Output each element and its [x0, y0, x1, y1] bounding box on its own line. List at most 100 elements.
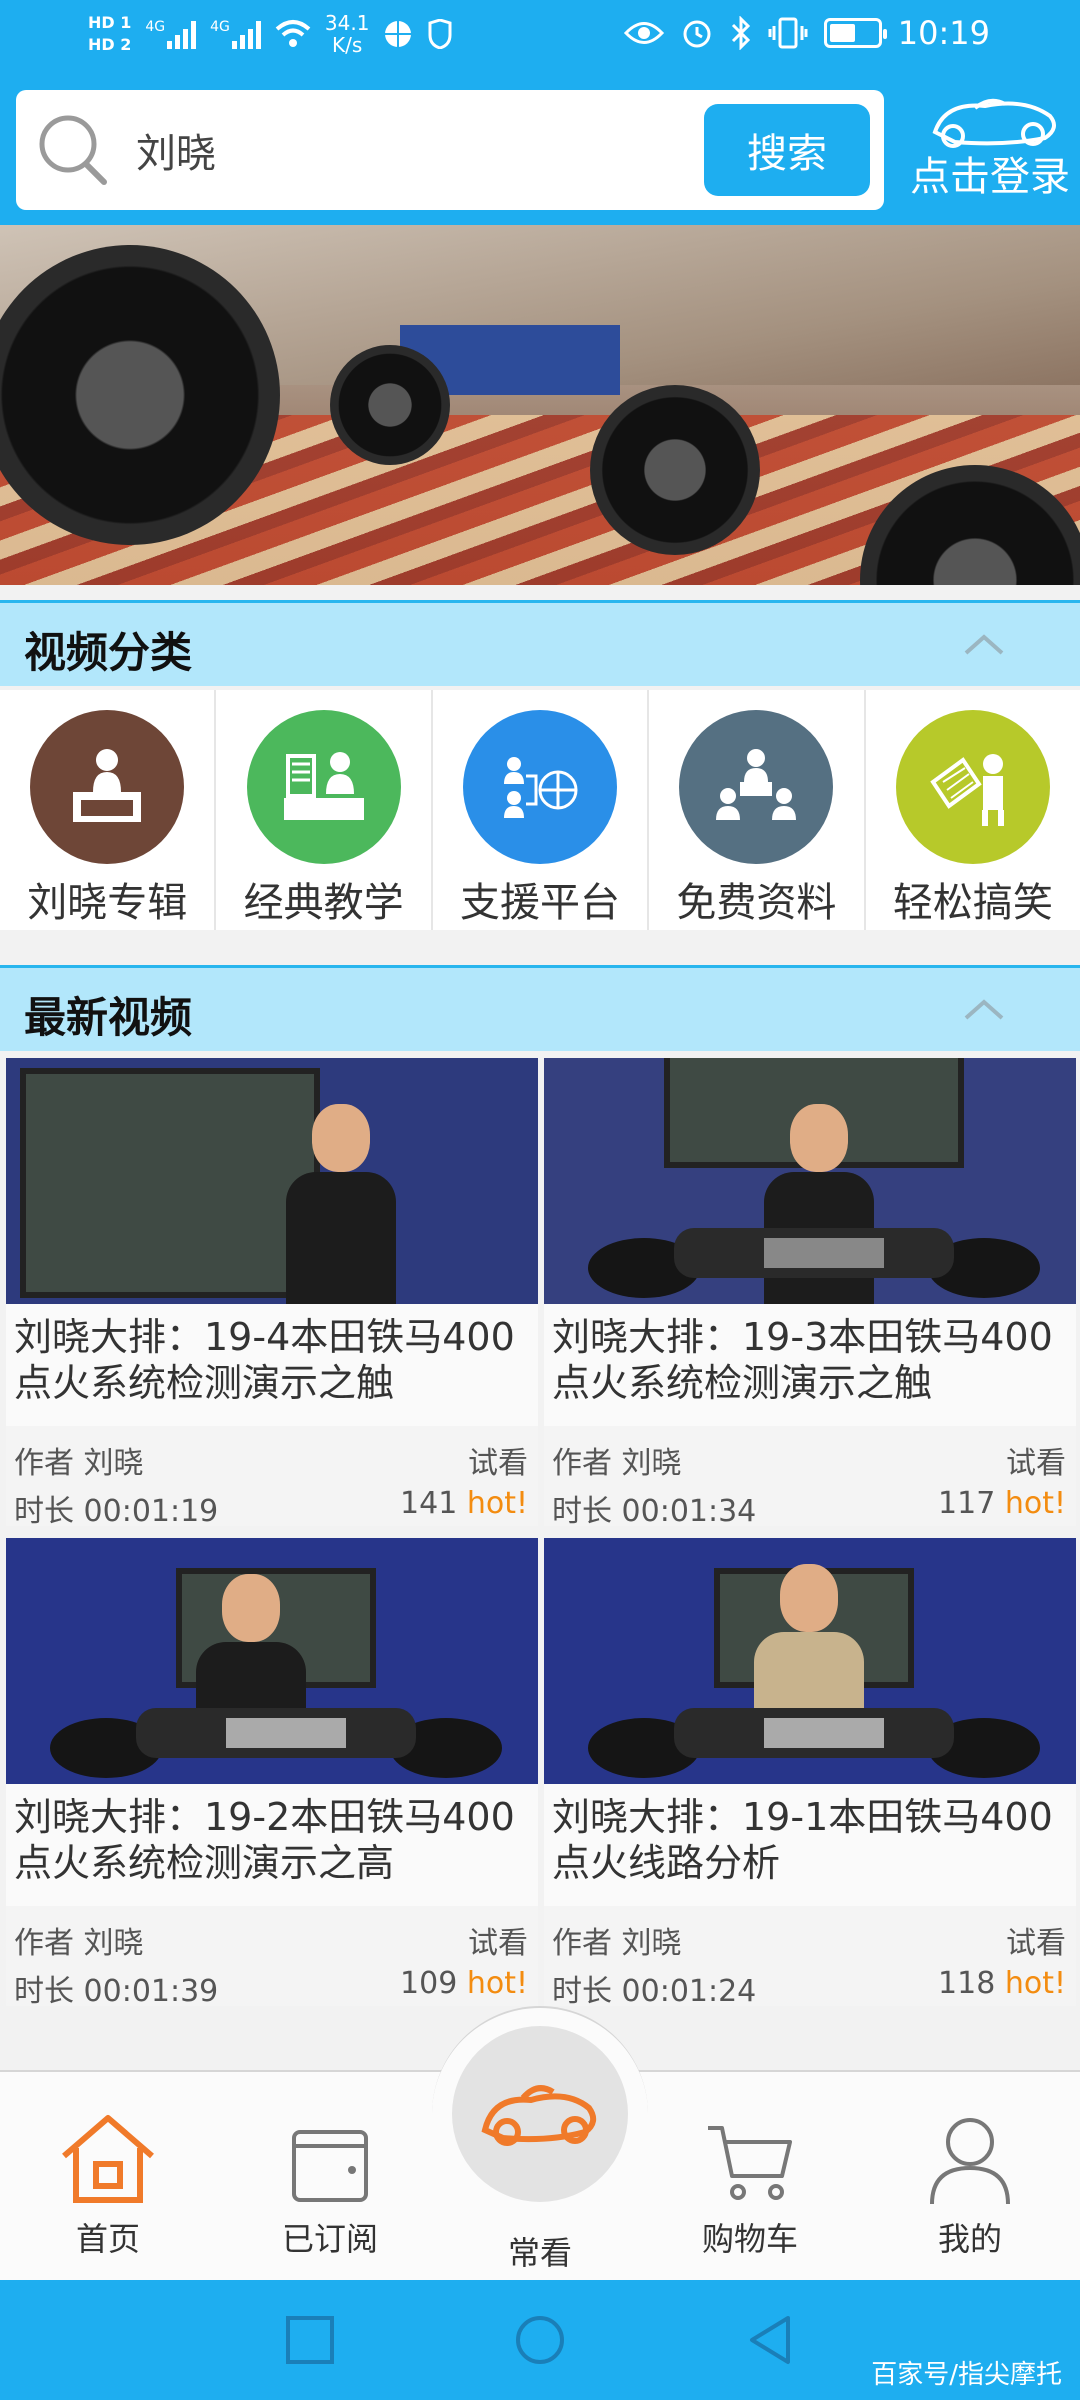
video-author: 作者 刘晓 — [552, 1926, 682, 1961]
latest-videos-title: 最新视频 — [24, 993, 193, 1042]
category-label: 经典教学 — [243, 880, 404, 926]
trial-badge[interactable]: 试看 — [1006, 1918, 1066, 1962]
signal-2: 4G — [210, 19, 261, 49]
motorcycle-image — [588, 1228, 1040, 1298]
wallet-icon — [292, 2130, 368, 2202]
view-count: 109 hot! — [400, 1966, 528, 2001]
cart-icon — [708, 2126, 792, 2200]
signal-bars-icon — [167, 19, 197, 49]
nav-item-cart[interactable]: 购物车 — [650, 2112, 850, 2260]
home-icon — [62, 2115, 154, 2203]
vibrate-icon — [768, 17, 808, 49]
category-label: 免费资料 — [676, 880, 837, 926]
video-title: 刘晓大排：19-1本田铁马400点火线路分析 — [544, 1784, 1076, 1906]
video-author: 作者 刘晓 — [14, 1926, 144, 1961]
search-button[interactable]: 搜索 — [704, 104, 870, 196]
login-button[interactable]: 点击登录 — [900, 88, 1080, 218]
video-thumbnail[interactable] — [6, 1538, 538, 1784]
video-title: 刘晓大排：19-2本田铁马400点火系统检测演示之高 — [6, 1784, 538, 1906]
hot-badge: hot! — [466, 1966, 528, 2001]
bluetooth-icon — [731, 16, 750, 50]
trial-badge[interactable]: 试看 — [1006, 1438, 1066, 1482]
video-duration: 时长 00:01:24 — [552, 1974, 757, 2009]
blackboard — [20, 1068, 320, 1298]
net-speed: 34.1 K/s — [325, 12, 370, 56]
banner-carousel[interactable] — [0, 225, 1080, 585]
app-header: HD 1 HD 2 4G 4G 34.1 K/s 10:19 刘晓 搜索 点击登… — [0, 0, 1080, 225]
view-count-value: 141 — [400, 1486, 458, 1521]
network-globe-icon — [463, 710, 618, 864]
categories-header[interactable]: 视频分类 — [0, 600, 1080, 686]
banner-motorcycle-wheel — [590, 385, 760, 555]
banner-motorcycle-wheel — [330, 345, 450, 465]
alarm-icon — [683, 20, 711, 48]
shield-icon — [428, 19, 452, 49]
back-icon[interactable] — [742, 2312, 798, 2368]
nav-label-frequent: 常看 — [507, 2234, 572, 2272]
video-card[interactable]: 刘晓大排：19-3本田铁马400点火系统检测演示之触 作者 刘晓 试看 时长 0… — [544, 1058, 1076, 1529]
signal-bars-icon — [231, 19, 261, 49]
presenter — [286, 1104, 396, 1304]
basketball-icon — [385, 21, 412, 47]
category-list: 刘晓专辑 经典教学 支援平台 免费资料 轻松搞笑 — [0, 690, 1080, 930]
trial-badge[interactable]: 试看 — [468, 1918, 528, 1962]
video-duration: 时长 00:01:39 — [14, 1974, 219, 2009]
category-item-funny[interactable]: 轻松搞笑 — [866, 690, 1080, 930]
nav-label-subscribed: 已订阅 — [281, 2220, 378, 2258]
recent-apps-icon[interactable] — [282, 2312, 338, 2368]
category-item-free-materials[interactable]: 免费资料 — [649, 690, 866, 930]
view-count-value: 109 — [400, 1966, 458, 2001]
lecturer-desk-icon — [30, 710, 185, 864]
video-duration: 时长 00:01:34 — [552, 1494, 757, 1529]
categories-title: 视频分类 — [24, 628, 193, 677]
category-item-liuxiao-album[interactable]: 刘晓专辑 — [0, 690, 217, 930]
net-speed-unit: K/s — [332, 33, 363, 57]
chevron-up-icon[interactable] — [962, 988, 1006, 1032]
search-input[interactable] — [136, 116, 696, 184]
nav-label-cart: 购物车 — [701, 2220, 798, 2258]
video-thumbnail[interactable] — [544, 1058, 1076, 1304]
video-title: 刘晓大排：19-4本田铁马400点火系统检测演示之触 — [6, 1304, 538, 1426]
category-label: 轻松搞笑 — [892, 880, 1053, 926]
watermark: 百家号/指尖摩托 — [871, 2360, 1062, 2390]
net-speed-value: 34.1 — [324, 11, 370, 35]
nav-label-mine: 我的 — [937, 2220, 1002, 2258]
video-card[interactable]: 刘晓大排：19-1本田铁马400点火线路分析 作者 刘晓 试看 时长 00:01… — [544, 1538, 1076, 2009]
category-item-classic-teaching[interactable]: 经典教学 — [216, 690, 433, 930]
view-count: 117 hot! — [938, 1486, 1066, 1521]
view-count-value: 117 — [938, 1486, 996, 1521]
user-icon — [930, 2118, 1010, 2205]
chevron-up-icon[interactable] — [962, 623, 1006, 667]
view-count-value: 118 — [938, 1966, 996, 2001]
nav-item-mine[interactable]: 我的 — [870, 2112, 1070, 2260]
video-card[interactable]: 刘晓大排：19-2本田铁马400点火系统检测演示之高 作者 刘晓 试看 时长 0… — [6, 1538, 538, 2009]
status-bar: HD 1 HD 2 4G 4G 34.1 K/s 10:19 — [0, 0, 1080, 80]
login-label: 点击登录 — [910, 154, 1070, 200]
view-count: 141 hot! — [400, 1486, 528, 1521]
video-title: 刘晓大排：19-3本田铁马400点火系统检测演示之触 — [544, 1304, 1076, 1426]
trial-badge[interactable]: 试看 — [468, 1438, 528, 1482]
nav-label-home: 首页 — [75, 2220, 140, 2258]
category-item-support-platform[interactable]: 支援平台 — [433, 690, 650, 930]
nav-item-home[interactable]: 首页 — [8, 2112, 208, 2260]
motorcycle-image — [588, 1708, 1040, 1778]
video-thumbnail[interactable] — [6, 1058, 538, 1304]
video-thumbnail[interactable] — [544, 1538, 1076, 1784]
video-meta: 作者 刘晓 试看 时长 00:01:24 118 hot! — [544, 1906, 1076, 2009]
motorcycle-image — [50, 1708, 502, 1778]
motorcycle-logo-icon — [932, 98, 1056, 148]
hd-indicator: HD 1 HD 2 — [88, 12, 131, 56]
nav-item-frequent[interactable] — [452, 2026, 628, 2202]
motorcycle-logo-icon — [481, 2085, 597, 2146]
hd1-label: HD 1 — [88, 13, 132, 32]
video-card[interactable]: 刘晓大排：19-4本田铁马400点火系统检测演示之触 作者 刘晓 试看 时长 0… — [6, 1058, 538, 1529]
latest-videos-header[interactable]: 最新视频 — [0, 965, 1080, 1051]
signal-1: 4G — [145, 19, 197, 49]
category-label: 刘晓专辑 — [27, 880, 188, 926]
hd2-label: HD 2 — [88, 35, 132, 54]
eye-icon — [623, 22, 664, 44]
search-bar: 搜索 — [16, 90, 884, 210]
home-circle-icon[interactable] — [512, 2312, 568, 2368]
nav-item-subscribed[interactable]: 已订阅 — [230, 2112, 430, 2260]
net-type-2: 4G — [210, 19, 230, 35]
